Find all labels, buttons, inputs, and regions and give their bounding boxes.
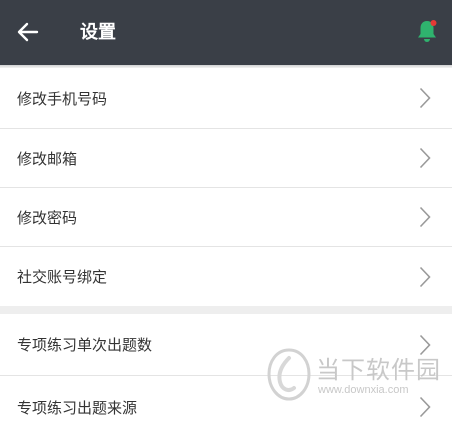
settings-screen: 设置 修改手机号码 修改邮箱 修改密码 社交账号绑定 专项练习单次出题数 专项练… [0, 0, 452, 421]
setting-label: 专项练习出题来源 [17, 398, 138, 417]
notification-badge [430, 20, 437, 26]
page-title: 设置 [80, 22, 116, 43]
chevron-right-icon [418, 147, 432, 169]
group-divider [0, 306, 452, 314]
app-header: 设置 [0, 0, 452, 65]
setting-change-phone[interactable]: 修改手机号码 [0, 68, 452, 129]
arrow-left-icon [17, 22, 39, 42]
setting-label: 专项练习单次出题数 [17, 336, 153, 354]
chevron-right-icon [418, 87, 432, 109]
setting-change-password[interactable]: 修改密码 [0, 188, 452, 247]
bell-icon [418, 20, 437, 42]
settings-list: 修改手机号码 修改邮箱 修改密码 社交账号绑定 专项练习单次出题数 专项练习出题… [0, 68, 452, 421]
chevron-right-icon [418, 206, 432, 228]
chevron-right-icon [418, 266, 432, 288]
setting-label: 修改密码 [17, 208, 78, 227]
back-button[interactable] [10, 14, 46, 50]
setting-label: 修改邮箱 [17, 149, 78, 168]
chevron-right-icon [418, 396, 432, 418]
setting-label: 修改手机号码 [17, 89, 108, 108]
setting-practice-source[interactable]: 专项练习出题来源 [0, 376, 452, 421]
notification-button[interactable] [412, 16, 442, 46]
setting-change-email[interactable]: 修改邮箱 [0, 129, 452, 188]
setting-practice-count[interactable]: 专项练习单次出题数 [0, 314, 452, 376]
setting-social-binding[interactable]: 社交账号绑定 [0, 247, 452, 306]
chevron-right-icon [418, 334, 432, 356]
setting-label: 社交账号绑定 [17, 268, 108, 286]
